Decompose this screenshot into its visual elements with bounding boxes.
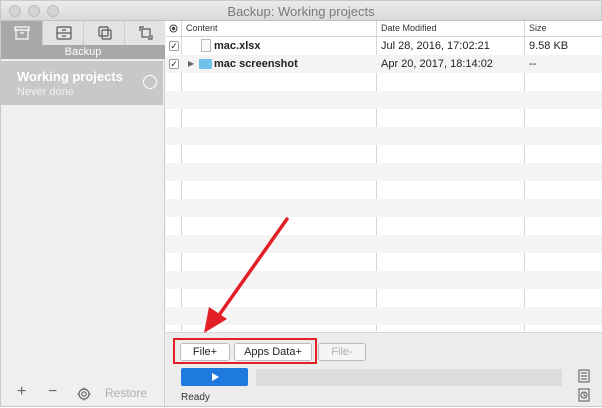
table-row[interactable]: ✓ mac.xlsx Jul 28, 2016, 17:02:21 9.58 K… (166, 37, 602, 55)
remove-project-button[interactable]: − (48, 383, 57, 401)
column-header-size[interactable]: Size (529, 23, 547, 33)
file-remove-button[interactable]: File- (318, 343, 366, 361)
empty-row (166, 145, 602, 163)
table-row[interactable]: ✓ ▶ mac screenshot Apr 20, 2017, 18:14:0… (166, 55, 602, 73)
backup-window: Backup: Working projects Backup Working … (0, 0, 602, 407)
row-date: Apr 20, 2017, 18:14:02 (381, 58, 493, 70)
select-all-icon[interactable] (169, 24, 178, 33)
info-icon[interactable] (143, 75, 157, 89)
empty-row (166, 307, 602, 325)
start-backup-button[interactable] (181, 368, 248, 386)
empty-row (166, 271, 602, 289)
active-tab-label: Backup (1, 45, 165, 59)
add-project-button[interactable]: + (17, 383, 26, 401)
backup-tab[interactable] (1, 21, 42, 45)
play-icon (211, 373, 219, 381)
controls-area: File+ Apps Data+ File- Ready (166, 332, 602, 406)
row-checkbox[interactable]: ✓ (169, 41, 179, 51)
restore-button[interactable]: Restore (105, 386, 147, 400)
clone-tab[interactable] (84, 21, 125, 45)
row-name: mac.xlsx (214, 40, 261, 52)
empty-row (166, 163, 602, 181)
mode-tabs: Backup (1, 21, 165, 59)
window-title: Backup: Working projects (227, 4, 375, 19)
project-status: Never done (17, 86, 74, 98)
archive-icon (13, 26, 30, 40)
empty-row (166, 73, 602, 91)
status-text: Ready (181, 392, 210, 403)
row-size: -- (529, 58, 537, 70)
empty-row (166, 181, 602, 199)
empty-row (166, 235, 602, 253)
row-size: 9.58 KB (529, 40, 569, 52)
progress-bar (256, 369, 562, 386)
table-body: ✓ mac.xlsx Jul 28, 2016, 17:02:21 9.58 K… (166, 37, 602, 351)
folder-icon (199, 59, 212, 69)
column-header-date[interactable]: Date Modified (381, 23, 437, 33)
transfer-tab[interactable] (125, 21, 166, 45)
empty-row (166, 253, 602, 271)
empty-row (166, 127, 602, 145)
file-add-button[interactable]: File+ (180, 343, 230, 361)
transfer-icon (138, 26, 153, 40)
row-date: Jul 28, 2016, 17:02:21 (381, 40, 490, 52)
title-bar: Backup: Working projects (1, 1, 601, 21)
project-name: Working projects (17, 69, 123, 84)
apps-data-add-button[interactable]: Apps Data+ (234, 343, 312, 361)
schedule-icon[interactable] (578, 388, 590, 402)
empty-row (166, 109, 602, 127)
gear-icon[interactable] (77, 387, 91, 401)
sidebar: Backup Working projects Never done + − R… (1, 21, 165, 406)
drawer-icon (55, 26, 72, 40)
file-icon (201, 39, 211, 52)
row-name: mac screenshot (214, 58, 298, 70)
sync-tab[interactable] (43, 21, 84, 45)
copy-icon (97, 26, 112, 40)
project-item-working-projects[interactable]: Working projects Never done (1, 61, 163, 105)
table-header: Content Date Modified Size (166, 21, 602, 37)
empty-row (166, 217, 602, 235)
disclosure-triangle-icon[interactable]: ▶ (188, 59, 194, 68)
row-checkbox[interactable]: ✓ (169, 59, 179, 69)
empty-row (166, 289, 602, 307)
empty-row (166, 199, 602, 217)
log-icon[interactable] (578, 369, 590, 383)
column-header-content[interactable]: Content (186, 23, 218, 33)
sidebar-toolbar: + − Restore (1, 382, 165, 406)
empty-row (166, 91, 602, 109)
